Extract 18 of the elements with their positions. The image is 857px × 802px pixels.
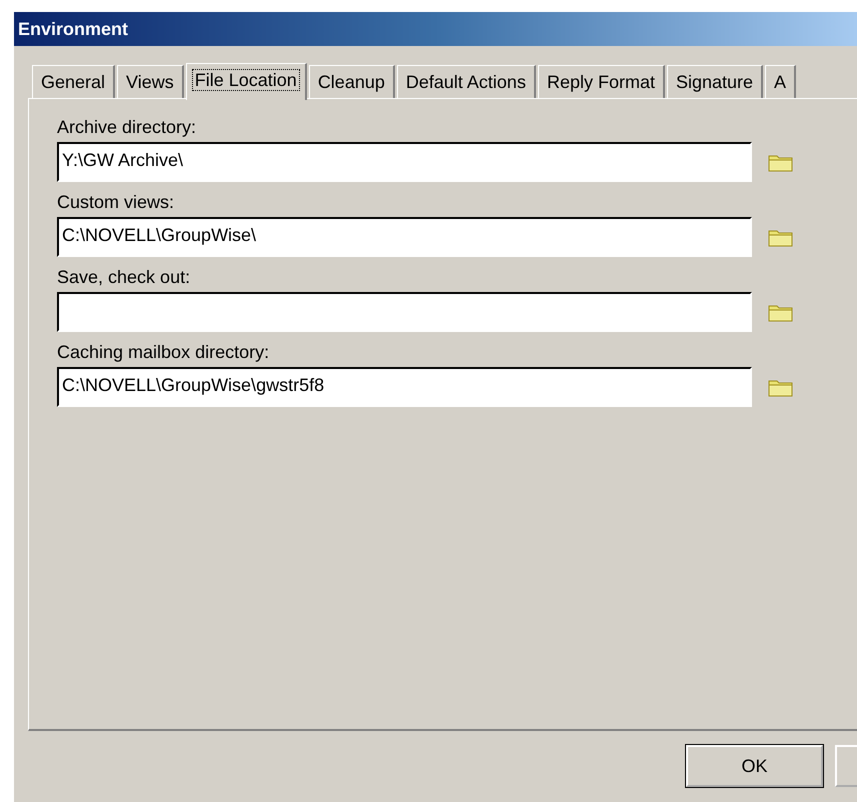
path-field[interactable] bbox=[57, 292, 752, 332]
ok-button[interactable]: OK bbox=[686, 745, 823, 787]
window-title: Environment bbox=[17, 18, 128, 40]
tab[interactable]: File Location bbox=[186, 63, 307, 100]
tab[interactable]: A bbox=[765, 65, 796, 98]
path-field[interactable]: C:\NOVELL\GroupWise\ bbox=[57, 217, 752, 257]
tab[interactable]: Reply Format bbox=[538, 65, 665, 98]
tab[interactable]: Signature bbox=[666, 65, 764, 98]
tab[interactable]: General bbox=[32, 65, 116, 98]
field-label: Custom views: bbox=[57, 192, 176, 213]
tab[interactable]: Cleanup bbox=[308, 65, 395, 98]
field-label: Archive directory: bbox=[57, 117, 198, 138]
field-label: Save, check out: bbox=[57, 267, 192, 288]
tab[interactable]: Default Actions bbox=[396, 65, 536, 98]
path-field[interactable]: C:\NOVELL\GroupWise\gwstr5f8 bbox=[57, 367, 752, 407]
field-label: Caching mailbox directory: bbox=[57, 342, 270, 363]
tab[interactable]: Views bbox=[117, 65, 184, 98]
path-field[interactable]: Y:\GW Archive\ bbox=[57, 142, 752, 182]
